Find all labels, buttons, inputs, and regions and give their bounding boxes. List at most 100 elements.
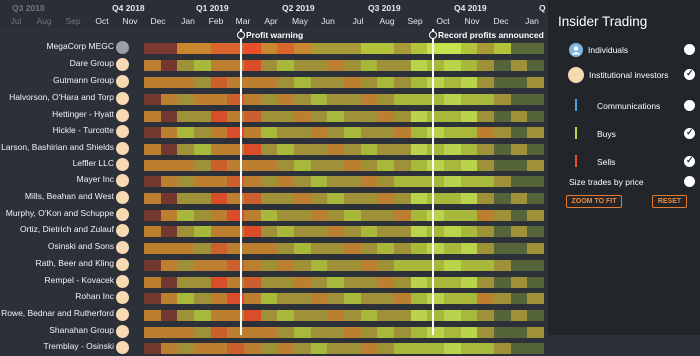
node-row[interactable]: Larson, Bashirian and Shields — [0, 141, 548, 157]
node-row[interactable]: Tremblay - Osinski — [0, 340, 548, 356]
institution-node-icon[interactable] — [116, 258, 129, 271]
trade-heat-bar[interactable] — [144, 127, 545, 138]
node-row[interactable]: Hickle - Turcotte — [0, 124, 548, 140]
trade-heat-bar[interactable] — [144, 60, 545, 71]
toggle-label-communications: Communications — [597, 101, 661, 111]
institution-node-icon[interactable] — [116, 291, 129, 304]
institution-icon — [568, 67, 584, 83]
institutional-toggle[interactable]: ✓ — [684, 68, 695, 80]
institution-node-icon[interactable] — [116, 325, 129, 338]
trade-heat-bar[interactable] — [144, 160, 545, 171]
toggle-label-sells: Sells — [597, 157, 616, 167]
node-name: Rempel - Kovacek — [44, 275, 114, 285]
node-row[interactable]: Shanahan Group — [0, 324, 548, 340]
institution-node-icon[interactable] — [116, 142, 129, 155]
sells-toggle[interactable]: ✓ — [684, 155, 695, 167]
node-row[interactable]: Leffler LLC — [0, 157, 548, 173]
node-row[interactable]: Rath, Beer and Kling — [0, 257, 548, 273]
trade-heat-bar[interactable] — [144, 260, 545, 271]
institution-node-icon[interactable] — [116, 75, 129, 88]
institution-node-icon[interactable] — [116, 241, 129, 254]
toggle-row-size-by-price[interactable]: Size trades by price — [556, 174, 696, 192]
month-label: May — [291, 16, 309, 26]
node-name: Gutmann Group — [53, 75, 114, 85]
institution-node-icon[interactable] — [116, 224, 129, 237]
annotation-marker-icon[interactable] — [429, 31, 437, 39]
node-row[interactable]: Rowe, Bednar and Rutherford — [0, 307, 548, 323]
trade-heat-bar[interactable] — [144, 176, 545, 187]
node-row[interactable]: Gutmann Group — [0, 74, 548, 90]
node-row[interactable]: Dare Group — [0, 57, 548, 73]
institution-node-icon[interactable] — [116, 58, 129, 71]
toggle-row-sells[interactable]: Sells ✓ — [556, 154, 696, 172]
toggle-row-institutional[interactable]: Institutional investors ✓ — [556, 67, 696, 85]
node-row[interactable]: Mayer Inc — [0, 173, 548, 189]
institution-node-icon[interactable] — [116, 92, 129, 105]
check-icon: ✓ — [686, 68, 694, 78]
zoom-to-fit-button[interactable]: ZOOM TO FIT — [566, 195, 622, 208]
node-name: Shanahan Group — [49, 325, 114, 335]
month-label: Nov — [464, 16, 480, 26]
toggle-row-communications[interactable]: Communications — [556, 98, 696, 116]
trade-heat-bar[interactable] — [144, 310, 545, 321]
trade-heat-bar[interactable] — [144, 343, 545, 354]
buys-toggle[interactable]: ✓ — [684, 127, 695, 139]
institution-node-icon[interactable] — [116, 109, 129, 122]
timeline-header: Q3 2018 Q4 2018 Q1 2019 Q2 2019 Q3 2019 Q4 20… — [0, 0, 548, 28]
trade-heat-bar[interactable] — [144, 111, 545, 122]
node-name: Hickle - Turcotte — [52, 125, 114, 135]
institution-node-icon[interactable] — [116, 208, 129, 221]
month-label: Sep — [65, 16, 81, 26]
annotation-marker-icon[interactable] — [237, 31, 245, 39]
node-row[interactable]: Hettinger - Hyatt — [0, 108, 548, 124]
institution-node-icon[interactable] — [116, 125, 129, 138]
node-row[interactable]: Halvorson, O'Hara and Torp — [0, 91, 548, 107]
node-row[interactable]: Osinski and Sons — [0, 240, 548, 256]
trade-heat-bar[interactable] — [144, 77, 545, 88]
trade-heat-bar[interactable] — [144, 277, 545, 288]
trade-heat-bar[interactable] — [144, 293, 545, 304]
institution-node-icon[interactable] — [116, 191, 129, 204]
node-row[interactable]: Mills, Beahan and West — [0, 190, 548, 206]
institution-node-icon[interactable] — [116, 275, 129, 288]
company-node-icon[interactable] — [116, 41, 129, 54]
node-name: MegaCorp MEGC — [46, 41, 114, 51]
toggle-row-buys[interactable]: Buys ✓ — [556, 126, 696, 144]
trade-heat-bar[interactable] — [144, 210, 545, 221]
node-name: Hettinger - Hyatt — [52, 109, 114, 119]
individuals-toggle[interactable] — [684, 44, 695, 55]
node-row[interactable]: MegaCorp MEGC — [0, 40, 548, 56]
communications-toggle[interactable] — [684, 100, 695, 111]
quarter-label: Q1 2019 — [196, 3, 229, 13]
buys-bar-icon — [575, 127, 577, 139]
institution-node-icon[interactable] — [116, 158, 129, 171]
month-label: Feb — [208, 16, 224, 26]
node-name: Halvorson, O'Hara and Torp — [9, 92, 114, 102]
node-row[interactable]: Rohan Inc — [0, 290, 548, 306]
month-label: Apr — [264, 16, 278, 26]
institution-node-icon[interactable] — [116, 341, 129, 354]
node-name: Leffler LLC — [72, 158, 114, 168]
trade-heat-bar[interactable] — [144, 226, 545, 237]
institution-node-icon[interactable] — [116, 308, 129, 321]
institution-node-icon[interactable] — [116, 174, 129, 187]
trade-heat-bar[interactable] — [144, 243, 545, 254]
annotation-label: Profit warning — [246, 30, 304, 40]
trade-heat-bar[interactable] — [144, 193, 545, 204]
toggle-row-individuals[interactable]: Individuals — [556, 42, 696, 60]
reset-button[interactable]: RESET — [652, 195, 687, 208]
month-label: Jan — [181, 16, 195, 26]
toggle-label-individuals: Individuals — [588, 45, 629, 55]
trade-heat-bar[interactable] — [144, 144, 545, 155]
node-name: Tremblay - Osinski — [43, 341, 114, 351]
quarter-label: Q4 2018 — [112, 3, 145, 13]
trade-heat-bar[interactable] — [144, 327, 545, 338]
node-row[interactable]: Murphy, O'Kon and Schuppe — [0, 207, 548, 223]
node-row[interactable]: Ortiz, Dietrich and Zulauf — [0, 223, 548, 239]
insider-trading-app: Q3 2018 Q4 2018 Q1 2019 Q2 2019 Q3 2019 Q4 20… — [0, 0, 700, 354]
trade-heat-bar[interactable] — [144, 43, 545, 54]
size-by-price-toggle[interactable] — [684, 176, 695, 187]
node-row[interactable]: Rempel - Kovacek — [0, 274, 548, 290]
quarter-label: Q2 2019 — [282, 3, 315, 13]
trade-heat-bar[interactable] — [144, 94, 545, 105]
